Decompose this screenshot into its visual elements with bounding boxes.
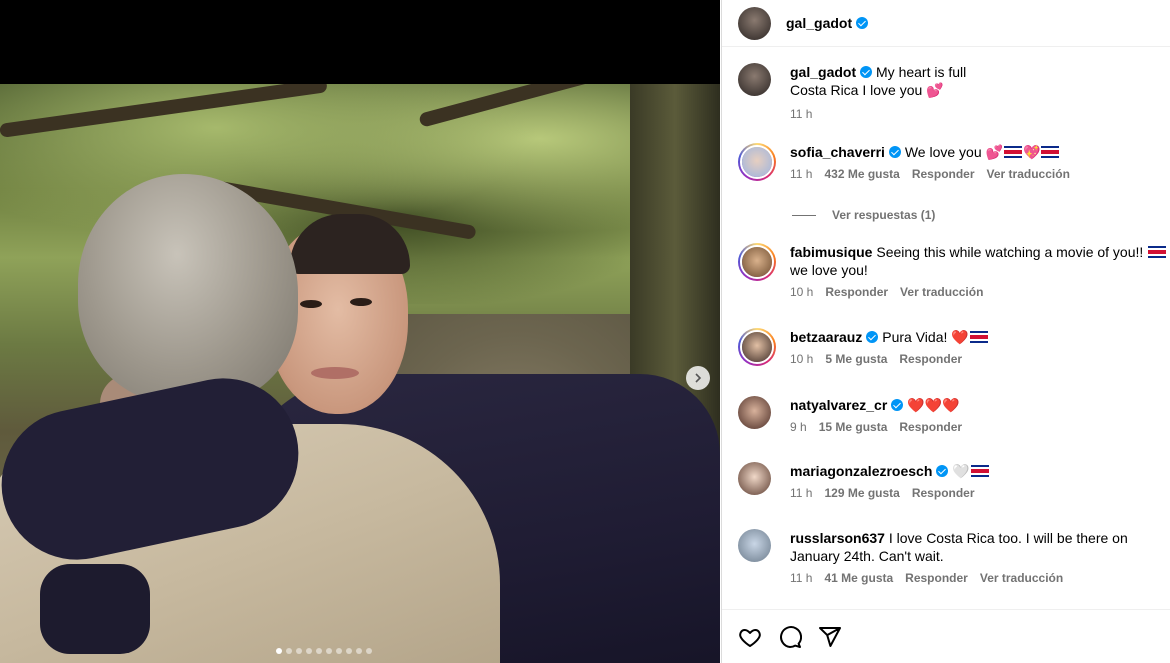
costa-rica-flag-icon xyxy=(1003,146,1022,158)
caption-text: My heart is full xyxy=(876,64,967,80)
heart-icon[interactable] xyxy=(738,625,762,649)
comment-username[interactable]: russlarson637 xyxy=(790,530,885,546)
comment-username[interactable]: mariagonzalezroesch xyxy=(790,463,932,479)
avatar[interactable] xyxy=(740,330,774,364)
likes-count[interactable]: 432 Me gusta xyxy=(824,167,899,181)
carousel-dot xyxy=(316,648,322,654)
share-icon[interactable] xyxy=(818,625,842,649)
comments-list: gal_gadot My heart is full Costa Rica I l… xyxy=(722,48,1170,608)
comment-username[interactable]: fabimusique xyxy=(790,244,872,260)
timestamp[interactable]: 11 h xyxy=(790,571,812,585)
timestamp[interactable]: 11 h xyxy=(790,167,812,181)
verified-badge-icon xyxy=(866,331,879,343)
comment-username[interactable]: natyalvarez_cr xyxy=(790,397,887,413)
costa-rica-flag-icon xyxy=(970,465,989,477)
verified-badge-icon xyxy=(856,17,869,29)
comment-text: We love you 💕 xyxy=(904,144,1003,160)
view-replies-button[interactable]: Ver respuestas (1) xyxy=(792,208,935,222)
reply-button[interactable]: Responder xyxy=(899,420,962,434)
translate-button[interactable]: Ver traducción xyxy=(980,571,1063,585)
carousel-dot xyxy=(346,648,352,654)
timestamp[interactable]: 10 h xyxy=(790,352,813,366)
costa-rica-flag-icon xyxy=(1148,246,1167,258)
avatar[interactable] xyxy=(738,396,771,429)
reply-button[interactable]: Responder xyxy=(905,571,968,585)
caption-username[interactable]: gal_gadot xyxy=(790,64,856,80)
translate-button[interactable]: Ver traducción xyxy=(900,285,983,299)
comment-icon[interactable] xyxy=(778,625,802,649)
author-username[interactable]: gal_gadot xyxy=(786,15,869,31)
verified-badge-icon xyxy=(891,399,904,411)
carousel-dot xyxy=(326,648,332,654)
caption: gal_gadot My heart is full Costa Rica I l… xyxy=(738,63,1170,121)
comment-item: sofia_chaverri We love you 💕 💖 11 h 432 Me… xyxy=(738,143,1170,181)
timestamp[interactable]: 11 h xyxy=(790,107,812,121)
timestamp[interactable]: 11 h xyxy=(790,486,812,500)
comment-text: 🤍 xyxy=(952,463,970,479)
timestamp[interactable]: 9 h xyxy=(790,420,807,434)
verified-badge-icon xyxy=(936,465,949,477)
avatar[interactable] xyxy=(740,245,774,279)
carousel-dot xyxy=(306,648,312,654)
comment-item: russlarson637 I love Costa Rica too. I w… xyxy=(738,529,1170,585)
author-avatar[interactable] xyxy=(738,6,771,40)
avatar[interactable] xyxy=(738,462,771,495)
likes-count[interactable]: 129 Me gusta xyxy=(824,486,899,500)
post-photo[interactable] xyxy=(0,84,720,663)
carousel-dot xyxy=(336,648,342,654)
carousel-dot xyxy=(276,648,282,654)
action-bar xyxy=(722,609,1170,663)
reply-button[interactable]: Responder xyxy=(899,352,962,366)
reply-button[interactable]: Responder xyxy=(912,167,975,181)
instagram-post: gal_gadot gal_gadot My heart is full Cost… xyxy=(0,0,1170,663)
avatar[interactable] xyxy=(740,145,774,179)
translate-button[interactable]: Ver traducción xyxy=(987,167,1070,181)
costa-rica-flag-icon xyxy=(1041,146,1060,158)
comment-text: Seeing this while watching a movie of yo… xyxy=(876,244,1148,260)
comment-item: betzaarauz Pura Vida! ❤️ 10 h 5 Me gusta R… xyxy=(738,328,1170,366)
avatar[interactable] xyxy=(738,529,771,562)
reply-button[interactable]: Responder xyxy=(912,486,975,500)
likes-count[interactable]: 5 Me gusta xyxy=(825,352,887,366)
post-sidebar: gal_gadot gal_gadot My heart is full Cost… xyxy=(721,0,1170,663)
verified-badge-icon xyxy=(860,66,873,78)
carousel-dot xyxy=(286,648,292,654)
post-header: gal_gadot xyxy=(722,0,1170,47)
comment-item: fabimusique Seeing this while watching a… xyxy=(738,243,1170,299)
comment-username[interactable]: betzaarauz xyxy=(790,329,862,345)
comment-item: mariagonzalezroesch 🤍 11 h 129 Me gusta Re… xyxy=(738,462,1170,500)
comment-username[interactable]: sofia_chaverri xyxy=(790,144,885,160)
avatar[interactable] xyxy=(738,63,771,96)
carousel-dot xyxy=(356,648,362,654)
carousel-dot xyxy=(366,648,372,654)
likes-count[interactable]: 41 Me gusta xyxy=(824,571,893,585)
comment-text: Pura Vida! ❤️ xyxy=(882,329,969,345)
timestamp[interactable]: 10 h xyxy=(790,285,813,299)
reply-button[interactable]: Responder xyxy=(825,285,888,299)
comment-item: natyalvarez_cr ❤️❤️❤️ 9 h 15 Me gusta Resp… xyxy=(738,396,1170,434)
chevron-right-icon xyxy=(695,373,702,383)
likes-count[interactable]: 15 Me gusta xyxy=(819,420,888,434)
verified-badge-icon xyxy=(888,146,901,158)
carousel-next-button[interactable] xyxy=(686,366,710,390)
caption-text-line2: Costa Rica I love you xyxy=(790,82,923,98)
post-media xyxy=(0,0,720,663)
carousel-indicator xyxy=(276,648,372,654)
carousel-dot xyxy=(296,648,302,654)
costa-rica-flag-icon xyxy=(969,331,988,343)
comment-text: ❤️❤️❤️ xyxy=(907,397,960,413)
